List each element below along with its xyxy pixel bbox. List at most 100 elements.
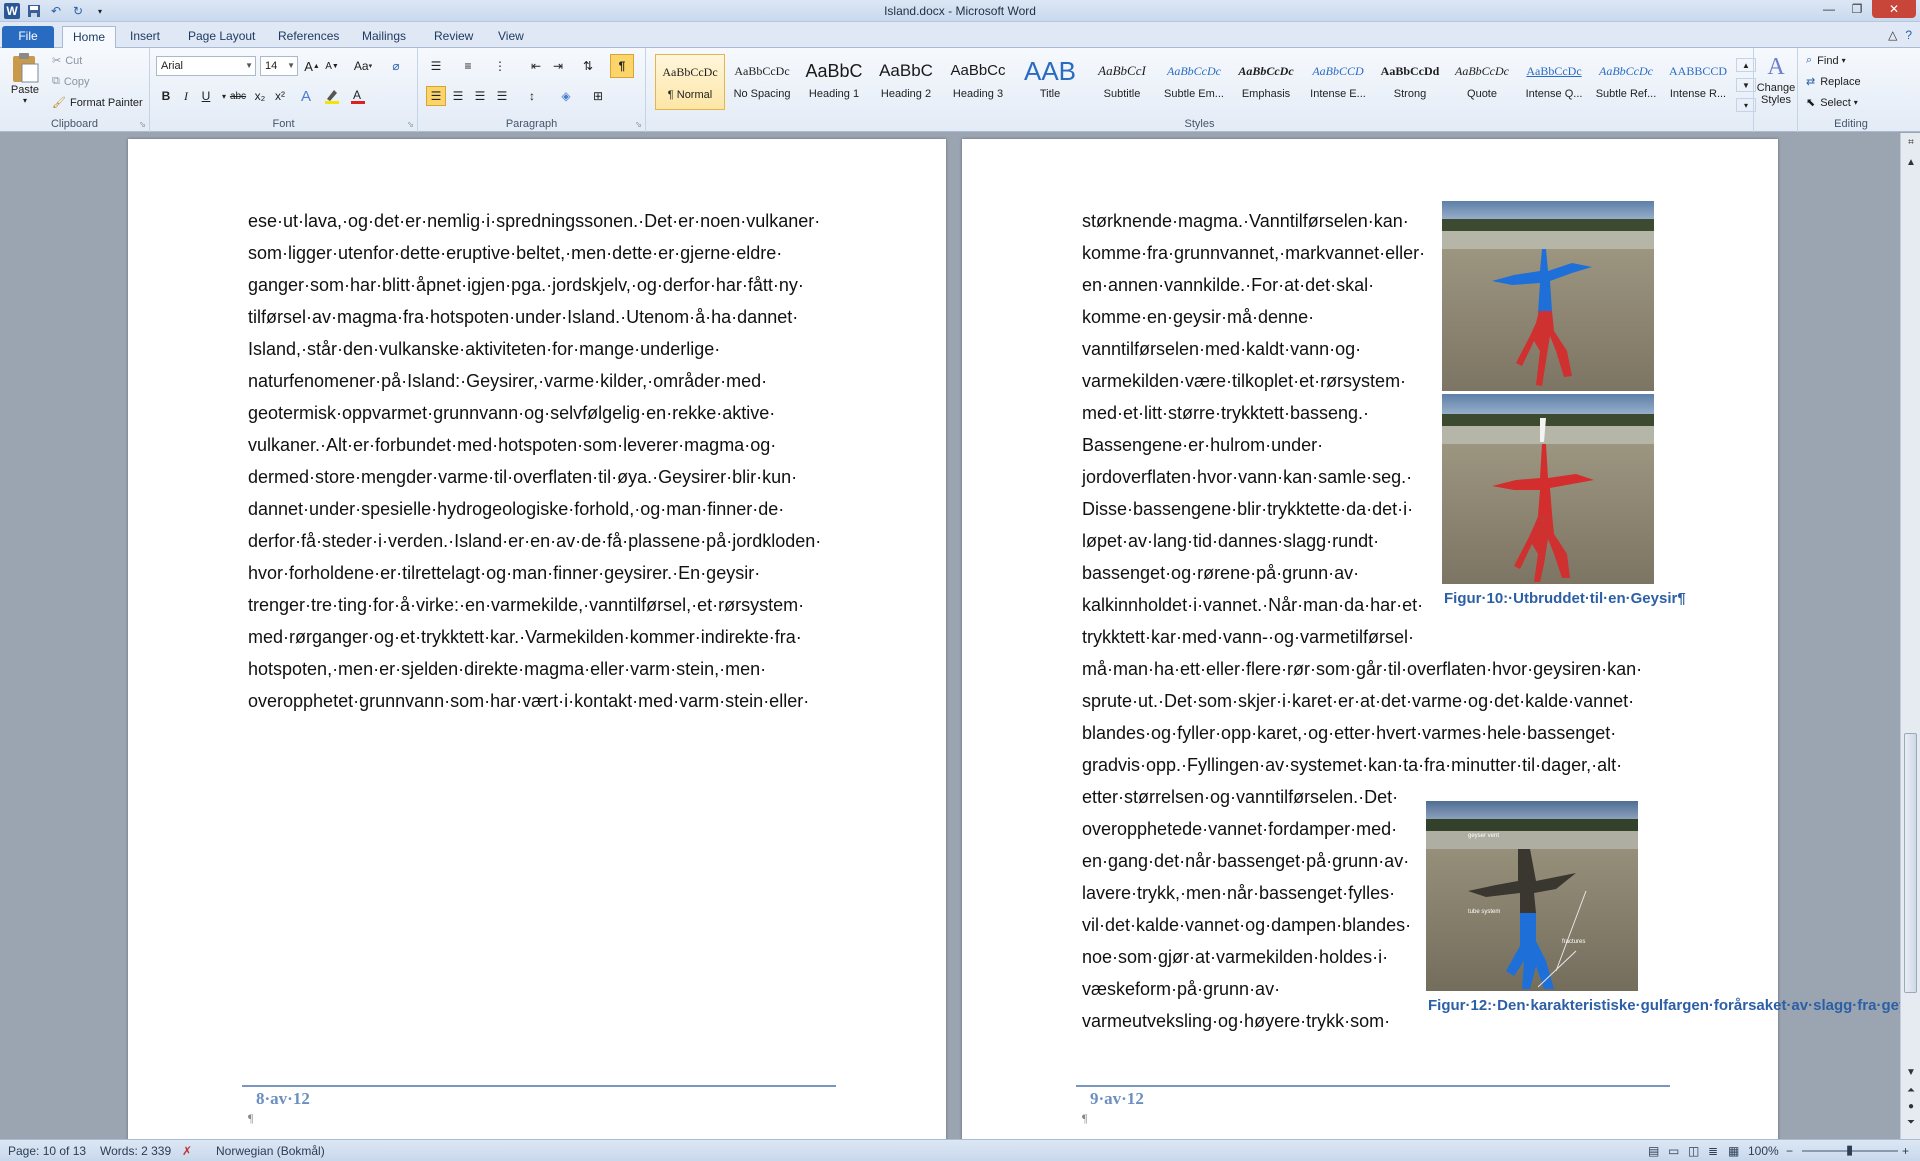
dialog-launcher-icon[interactable]: ⬂ [635, 120, 642, 129]
page-8[interactable]: ese·ut·lava,·og·det·er·nemlig·i·sprednin… [128, 139, 946, 1139]
style-subtitle[interactable]: AaBbCcI Subtitle [1087, 54, 1157, 110]
previous-page-icon[interactable]: ⏶ [1901, 1085, 1920, 1101]
align-center-icon[interactable]: ☰ [448, 86, 468, 106]
tab-mailings[interactable]: Mailings [352, 26, 416, 48]
style-heading-1[interactable]: AaBbC Heading 1 [799, 54, 869, 110]
bold-button[interactable]: B [156, 86, 176, 106]
web-layout-icon[interactable]: ◫ [1688, 1144, 1699, 1158]
justify-icon[interactable]: ☰ [492, 86, 512, 106]
language-indicator[interactable]: Norwegian (Bokmål) [216, 1144, 325, 1158]
style-heading-3[interactable]: AaBbCc Heading 3 [943, 54, 1013, 110]
grow-font-button[interactable]: A ▲ [302, 56, 322, 76]
format-painter-button[interactable]: 🖌 Format Painter [52, 96, 143, 110]
align-right-icon[interactable]: ☰ [470, 86, 490, 106]
style-quote[interactable]: AaBbCcDc Quote [1447, 54, 1517, 110]
strikethrough-button[interactable]: abc [228, 86, 248, 106]
font-name-combo[interactable]: Arial ▼ [156, 56, 256, 76]
draft-icon[interactable]: ▦ [1728, 1144, 1739, 1158]
paste-dropdown-icon[interactable]: ▾ [23, 96, 27, 105]
vertical-scrollbar[interactable]: ⌗ ▲ ▼ ⏶ ● ⏷ [1900, 133, 1920, 1139]
zoom-level[interactable]: 100% [1748, 1144, 1779, 1158]
font-color-icon[interactable]: A [348, 86, 368, 106]
tab-review[interactable]: Review [424, 26, 483, 48]
restore-button[interactable]: ❐ [1844, 0, 1870, 18]
underline-button[interactable]: U [196, 86, 216, 106]
proofing-icon[interactable]: ✗ [182, 1144, 192, 1158]
borders-icon[interactable]: ⊞ [588, 86, 608, 106]
styles-scroll-up-icon[interactable]: ▲ [1736, 58, 1756, 72]
sort-icon[interactable]: ⇅ [578, 56, 598, 76]
style-no-spacing[interactable]: AaBbCcDc No Spacing [727, 54, 797, 110]
minimize-button[interactable]: — [1816, 0, 1842, 18]
style-heading-2[interactable]: AaBbC Heading 2 [871, 54, 941, 110]
print-layout-icon[interactable]: ▤ [1648, 1144, 1659, 1158]
zoom-out-button[interactable]: − [1786, 1144, 1793, 1158]
style-emphasis[interactable]: AaBbCcDc Emphasis [1231, 54, 1301, 110]
zoom-in-button[interactable]: + [1902, 1144, 1909, 1158]
align-left-icon[interactable]: ☰ [426, 86, 446, 106]
line-spacing-icon[interactable]: ↕ [522, 86, 542, 106]
select-button[interactable]: ⬉ Select ▾ [1806, 96, 1858, 110]
show-formatting-marks-button[interactable]: ¶ [610, 54, 634, 78]
multilevel-list-icon[interactable]: ⋮ [490, 56, 510, 76]
font-size-combo[interactable]: 14 ▼ [260, 56, 298, 76]
paste-button[interactable]: Paste ▾ [6, 52, 44, 112]
style-strong[interactable]: AaBbCcDd Strong [1375, 54, 1445, 110]
figure-10-image-water[interactable] [1442, 201, 1654, 391]
decrease-indent-icon[interactable]: ⇤ [526, 56, 546, 76]
figure-10-image-eruption[interactable] [1442, 394, 1654, 584]
increase-indent-icon[interactable]: ⇥ [548, 56, 568, 76]
style-subtle-emphasis[interactable]: AaBbCcDc Subtle Em... [1159, 54, 1229, 110]
minimize-ribbon-icon[interactable]: △ [1888, 28, 1897, 42]
tab-home[interactable]: Home [62, 26, 117, 48]
style-subtle-reference[interactable]: AaBbCcDc Subtle Ref... [1591, 54, 1661, 110]
style-intense-quote[interactable]: AaBbCcDc Intense Q... [1519, 54, 1589, 110]
copy-button[interactable]: ⧉ Copy [52, 75, 90, 88]
replace-button[interactable]: ⇄ Replace [1806, 75, 1861, 89]
page-9[interactable]: størknende·magma.·Vanntilførselen·kan· k… [962, 139, 1900, 1139]
clear-formatting-icon[interactable]: ⌀ [386, 56, 406, 76]
tab-file[interactable]: File [2, 26, 54, 48]
shading-icon[interactable]: ◈ [556, 86, 576, 106]
change-styles-button[interactable]: A Change Styles [1756, 52, 1796, 106]
style-intense-emphasis[interactable]: AaBbCCD Intense E... [1303, 54, 1373, 110]
italic-button[interactable]: I [176, 86, 196, 106]
full-screen-reading-icon[interactable]: ▭ [1668, 1144, 1679, 1158]
help-icon[interactable]: ? [1905, 28, 1912, 42]
style-intense-reference[interactable]: AABBCCD Intense R... [1663, 54, 1733, 110]
find-button[interactable]: ⌕ Find ▾ [1806, 54, 1846, 67]
outline-icon[interactable]: ≣ [1708, 1144, 1718, 1158]
dialog-launcher-icon[interactable]: ⬂ [407, 120, 414, 129]
tab-page-layout[interactable]: Page Layout [178, 26, 265, 48]
figure-12-image[interactable]: geyser vent tube system fractures [1426, 801, 1638, 991]
text-effects-icon[interactable]: A [296, 86, 316, 106]
scroll-up-icon[interactable]: ▲ [1901, 157, 1920, 173]
highlight-icon[interactable] [322, 86, 342, 106]
ruler-toggle-icon[interactable]: ⌗ [1901, 137, 1920, 153]
styles-scroll-down-icon[interactable]: ▼ [1736, 78, 1756, 92]
zoom-slider-handle[interactable]: ▮ [1846, 1142, 1853, 1158]
tab-references[interactable]: References [268, 26, 349, 48]
shrink-font-button[interactable]: A ▼ [322, 56, 342, 76]
scroll-thumb[interactable] [1904, 733, 1917, 993]
close-button[interactable]: ✕ [1872, 0, 1916, 18]
superscript-button[interactable]: x² [270, 86, 290, 106]
scroll-down-icon[interactable]: ▼ [1901, 1067, 1920, 1083]
next-page-icon[interactable]: ⏷ [1901, 1117, 1920, 1133]
style-normal[interactable]: AaBbCcDc ¶ Normal [655, 54, 725, 110]
page-indicator[interactable]: Page: 10 of 13 [8, 1144, 86, 1158]
select-browse-object-icon[interactable]: ● [1901, 1101, 1920, 1117]
dialog-launcher-icon[interactable]: ⬂ [139, 120, 146, 129]
tab-insert[interactable]: Insert [120, 26, 170, 48]
change-case-button[interactable]: Aa ▾ [350, 56, 376, 76]
style-title[interactable]: AAB Title [1015, 54, 1085, 110]
word-count[interactable]: Words: 2 339 [100, 1144, 171, 1158]
tab-view[interactable]: View [488, 26, 534, 48]
subscript-button[interactable]: x₂ [250, 86, 270, 106]
cut-button[interactable]: ✂ Cut [52, 54, 82, 68]
styles-more-icon[interactable]: ▾ [1736, 98, 1756, 112]
document-area[interactable]: ese·ut·lava,·og·det·er·nemlig·i·sprednin… [0, 133, 1900, 1139]
numbering-icon[interactable]: ≡ [458, 56, 478, 76]
page-8-body[interactable]: ese·ut·lava,·og·det·er·nemlig·i·sprednin… [248, 205, 821, 717]
bullets-icon[interactable]: ☰ [426, 56, 446, 76]
